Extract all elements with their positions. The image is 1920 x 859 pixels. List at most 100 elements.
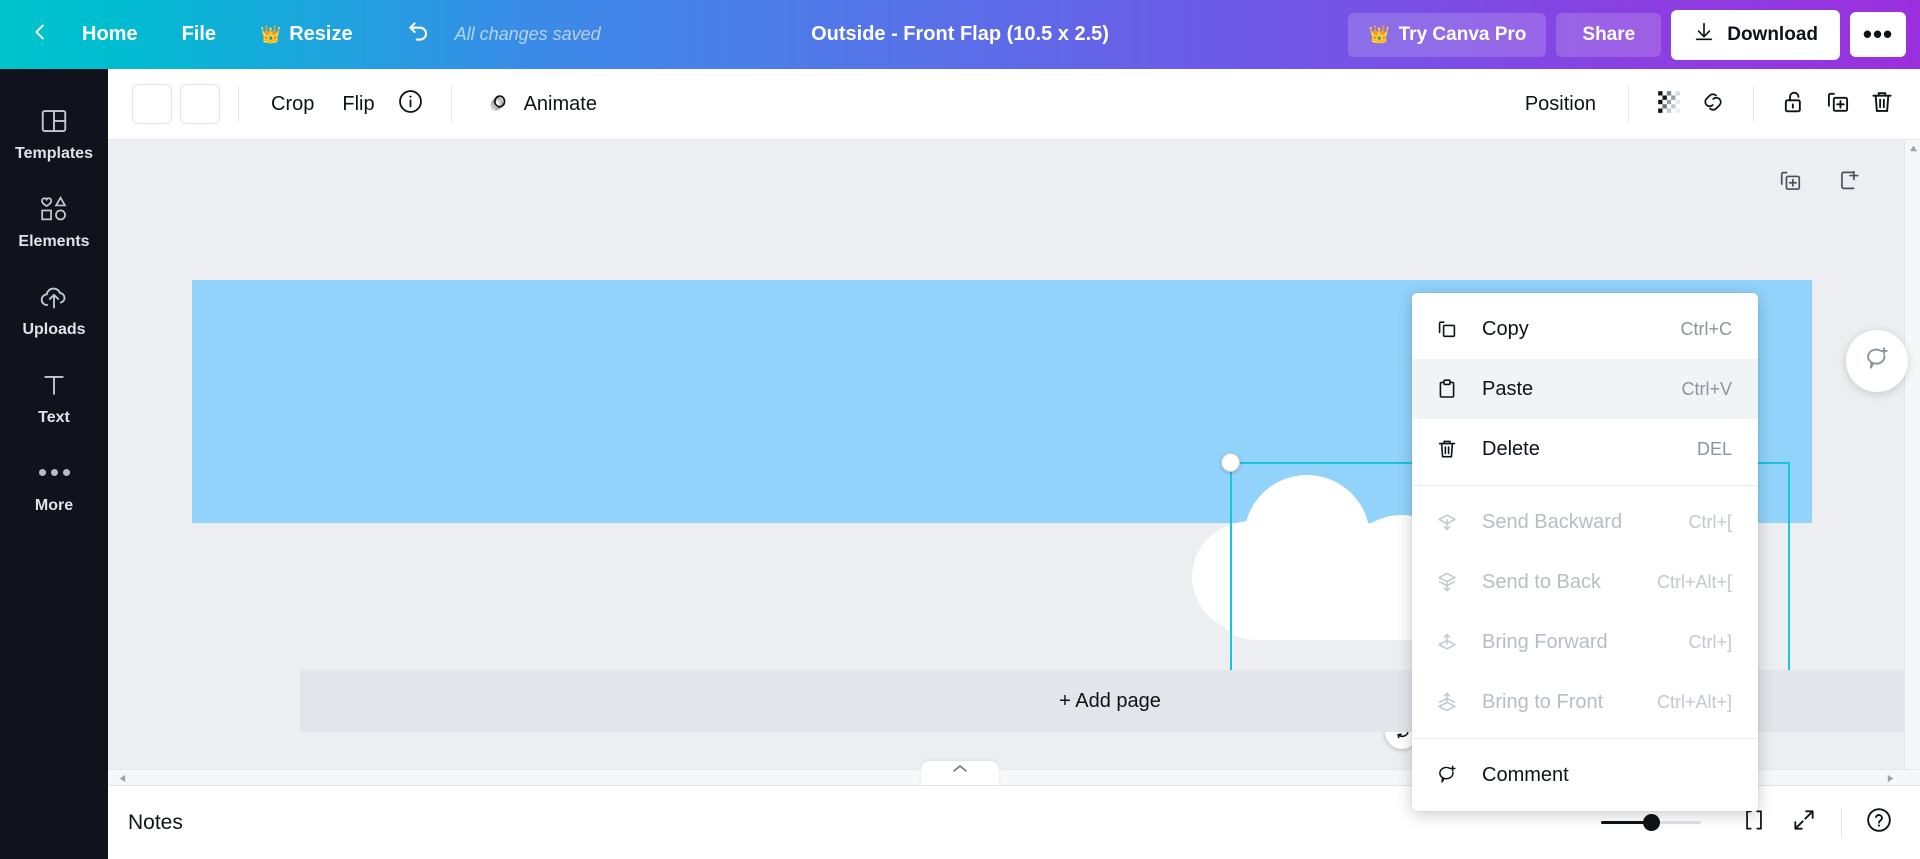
comment-add-icon (1862, 344, 1892, 379)
paste-icon (1434, 376, 1460, 402)
toolbar-divider (1628, 86, 1629, 122)
context-menu-item-delete[interactable]: Delete DEL (1412, 419, 1758, 479)
vertical-scrollbar[interactable] (1904, 140, 1920, 785)
undo-icon (406, 19, 432, 50)
help-circle-icon (1865, 806, 1893, 839)
sidebar-item-templates[interactable]: Templates (0, 89, 108, 177)
download-label: Download (1727, 24, 1818, 46)
add-page-button[interactable] (1830, 165, 1866, 201)
context-menu-shortcut: Ctrl+] (1688, 632, 1732, 653)
collapse-notes-tab[interactable] (921, 761, 999, 785)
back-button[interactable] (20, 15, 60, 55)
cloud-upload-icon (38, 280, 70, 314)
info-button[interactable] (389, 82, 433, 126)
context-menu-shortcut: Ctrl+V (1681, 379, 1732, 400)
home-label: Home (82, 23, 138, 46)
link-button[interactable] (1691, 82, 1735, 126)
more-options-button[interactable]: ••• (1850, 12, 1906, 57)
zoom-slider[interactable] (1601, 813, 1701, 833)
context-menu-shortcut: Ctrl+Alt+] (1657, 692, 1732, 713)
bottom-divider (1841, 808, 1842, 838)
fullscreen-button[interactable] (1781, 800, 1827, 846)
info-circle-icon (397, 88, 424, 120)
position-button[interactable]: Position (1511, 85, 1610, 124)
element-toolbar: Crop Flip Animate Position (108, 69, 1920, 140)
position-label: Position (1525, 93, 1596, 116)
flip-button[interactable]: Flip (328, 85, 388, 124)
scroll-up-arrow[interactable] (1905, 140, 1920, 156)
color-swatch-1[interactable] (132, 84, 172, 124)
sidebar-item-uploads[interactable]: Uploads (0, 265, 108, 353)
trash-icon (1434, 436, 1460, 462)
top-navigation-bar: Home File 👑 Resize All changes saved Out… (0, 0, 1920, 69)
context-menu-label: Copy (1482, 318, 1529, 341)
context-menu-label: Bring Forward (1482, 631, 1608, 654)
bring-forward-icon (1434, 629, 1460, 655)
undo-button[interactable] (397, 13, 441, 57)
send-backward-icon (1434, 509, 1460, 535)
crown-icon: 👑 (260, 26, 281, 43)
transparency-button[interactable] (1647, 82, 1691, 126)
share-button[interactable]: Share (1556, 13, 1661, 57)
sidebar-item-label: Uploads (22, 321, 85, 339)
try-canva-pro-button[interactable]: 👑 Try Canva Pro (1348, 13, 1546, 57)
pages-icon (1741, 807, 1767, 838)
lock-button[interactable] (1772, 82, 1816, 126)
sidebar-item-label: Text (38, 409, 70, 427)
context-menu-item-copy[interactable]: Copy Ctrl+C (1412, 299, 1758, 359)
context-menu-label: Delete (1482, 438, 1540, 461)
notes-label[interactable]: Notes (128, 811, 183, 835)
zoom-knob[interactable] (1643, 814, 1660, 831)
context-menu-label: Send to Back (1482, 571, 1601, 594)
download-button[interactable]: Download (1671, 10, 1840, 60)
delete-button[interactable] (1860, 82, 1904, 126)
scroll-right-arrow[interactable] (1882, 770, 1898, 786)
context-menu-label: Comment (1482, 764, 1569, 787)
sidebar-item-elements[interactable]: Elements (0, 177, 108, 265)
duplicate-page-button[interactable] (1772, 165, 1808, 201)
context-menu-item-send-to-back: Send to Back Ctrl+Alt+[ (1412, 552, 1758, 612)
animate-icon (484, 86, 514, 122)
download-icon (1693, 21, 1715, 49)
transparency-checker-icon (1656, 89, 1682, 120)
bring-to-front-icon (1434, 689, 1460, 715)
help-button[interactable] (1856, 800, 1902, 846)
animate-button[interactable]: Animate (470, 78, 611, 130)
animate-label: Animate (524, 93, 597, 116)
page-tools (1772, 165, 1866, 201)
home-button[interactable]: Home (66, 15, 154, 54)
duplicate-button[interactable] (1816, 82, 1860, 126)
add-page-icon (1835, 167, 1862, 199)
expand-icon (1791, 807, 1817, 838)
color-swatches (132, 84, 220, 124)
file-menu-button[interactable]: File (166, 15, 232, 54)
sidebar-item-text[interactable]: Text (0, 353, 108, 441)
top-bar-actions: 👑 Try Canva Pro Share Download ••• (1348, 10, 1920, 60)
left-sidebar: Templates Elements Uploads Tex (0, 69, 108, 859)
scroll-left-arrow[interactable] (114, 770, 130, 786)
context-menu: Copy Ctrl+C Paste Ctrl+V Delete DEL Send… (1412, 293, 1758, 811)
copy-icon (1434, 316, 1460, 342)
design-title[interactable]: Outside - Front Flap (10.5 x 2.5) (640, 23, 1280, 46)
sidebar-item-more[interactable]: More (0, 441, 108, 529)
color-swatch-2[interactable] (180, 84, 220, 124)
resize-label: Resize (289, 23, 352, 46)
flip-label: Flip (342, 93, 374, 116)
resize-button[interactable]: 👑 Resize (244, 15, 369, 54)
resize-handle-top-left[interactable] (1221, 453, 1240, 472)
sidebar-item-label: Elements (18, 233, 89, 251)
context-menu-item-bring-to-front: Bring to Front Ctrl+Alt+] (1412, 672, 1758, 732)
context-menu-item-bring-forward: Bring Forward Ctrl+] (1412, 612, 1758, 672)
chevron-left-icon (29, 21, 51, 48)
toolbar-divider (238, 86, 239, 122)
duplicate-icon (1824, 88, 1852, 121)
context-menu-divider (1412, 485, 1758, 486)
crop-button[interactable]: Crop (257, 85, 328, 124)
zoom-fill (1601, 821, 1649, 824)
context-menu-label: Send Backward (1482, 511, 1622, 534)
sidebar-item-label: Templates (15, 145, 93, 163)
floating-comment-button[interactable] (1846, 330, 1908, 392)
context-menu-item-comment[interactable]: Comment (1412, 745, 1758, 805)
context-menu-item-paste[interactable]: Paste Ctrl+V (1412, 359, 1758, 419)
toolbar-divider (451, 86, 452, 122)
